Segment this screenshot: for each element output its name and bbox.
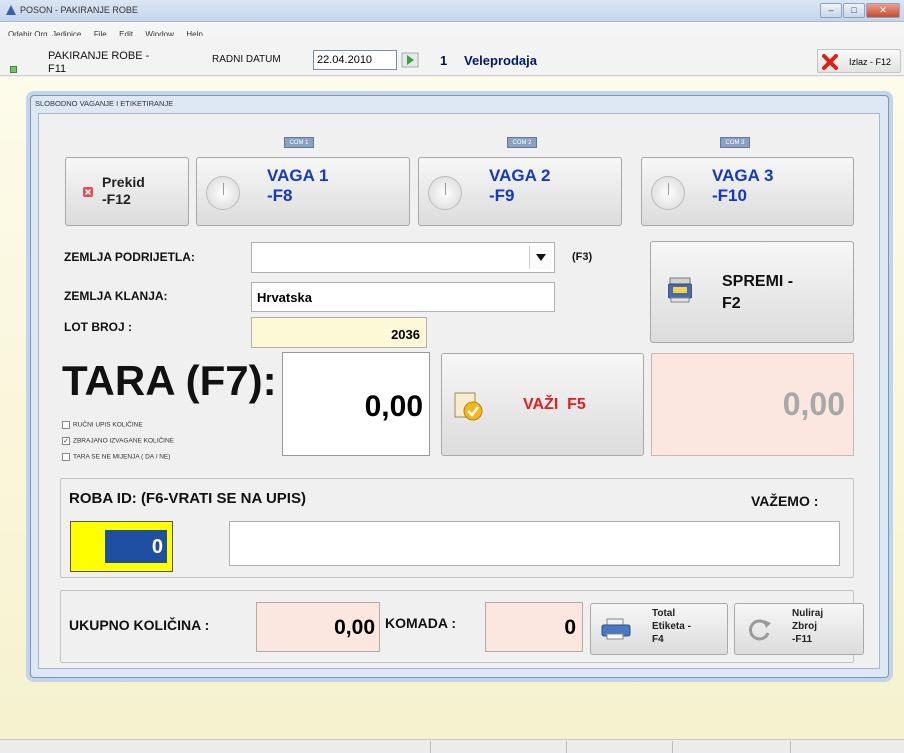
zemlja-klanja-label: ZEMLJA KLANJA:: [64, 289, 168, 303]
nuliraj-zbroj-button[interactable]: Nuliraj Zbroj -F11: [734, 603, 864, 655]
chevron-down-icon: [536, 254, 546, 261]
roba-id-input[interactable]: 0: [70, 521, 173, 572]
vaga3-button[interactable]: VAGA 3 -F10: [641, 157, 854, 226]
ukupno-kolicina-label: UKUPNO KOLIČINA :: [69, 617, 210, 633]
roba-name-field[interactable]: [229, 521, 840, 566]
lot-broj-label: LOT BROJ :: [64, 320, 132, 334]
ukupno-kolicina-value: 0,00: [334, 616, 375, 639]
tara-ne-mijenja-label: TARA SE NE MIJENJA ( DA / NE): [73, 453, 171, 461]
vaga3-label-2: -F10: [712, 186, 747, 205]
vazemo-label: VAŽEMO :: [751, 493, 819, 509]
komada-value: 0: [564, 616, 576, 639]
status-bar: [0, 739, 904, 753]
vaga3-label-1: VAGA 3: [712, 166, 774, 185]
refresh-icon: [749, 619, 771, 641]
weight-readout: 0,00: [651, 353, 854, 456]
tara-label: TARA (F7):: [62, 357, 277, 404]
pakiranje-robe-tab[interactable]: PAKIRANJE ROBE - F11: [48, 50, 149, 76]
status-separator: [566, 741, 567, 753]
nuliraj-label-3: -F11: [792, 634, 813, 645]
roba-id-value: 0: [151, 536, 163, 558]
vaga1-label-1: VAGA 1: [267, 166, 329, 185]
date-refresh-icon[interactable]: [401, 52, 419, 68]
dialog-title: SLOBODNO VAGANJE I ETIKETIRANJE: [35, 99, 174, 108]
window-title: POSON - PAKIRANJE ROBE: [20, 5, 138, 15]
checkbox-checked-icon: ✓: [62, 437, 70, 445]
weight-value: 0,00: [782, 386, 845, 422]
izlaz-label: Izlaz - F12: [849, 57, 892, 67]
ukupno-kolicina-value-box: 0,00: [256, 602, 380, 652]
zemlja-klanja-input[interactable]: Hrvatska: [251, 282, 555, 312]
pakiranje-label-1: PAKIRANJE ROBE -: [48, 50, 150, 62]
vaga1-label-2: -F8: [267, 186, 293, 205]
total-etiketa-label-2: Etiketa -: [652, 621, 691, 632]
radni-datum-label: RADNI DATUM: [212, 54, 281, 65]
komada-label: KOMADA :: [385, 615, 457, 631]
exit-x-icon: [822, 54, 838, 70]
vazi-label: VAŽI F5: [523, 396, 586, 413]
rucni-upis-checkbox[interactable]: RUČNI UPIS KOLIČINE: [62, 421, 143, 429]
vazi-button[interactable]: VAŽI F5: [441, 353, 644, 456]
checkbox-box: [62, 453, 70, 461]
prekid-label-2: -F12: [102, 191, 131, 207]
status-separator: [430, 741, 431, 753]
zemlja-podrijetla-select[interactable]: [251, 242, 555, 273]
main-toolbar: PAKIRANJE ROBE - F11 RADNI DATUM 22.04.2…: [0, 36, 904, 76]
printer-save-icon: [668, 277, 692, 303]
org-number: 1: [440, 53, 448, 68]
vaga2-label-1: VAGA 2: [489, 166, 551, 185]
nuliraj-label-1: Nuliraj: [792, 608, 824, 619]
vaga1-button[interactable]: VAGA 1 -F8: [196, 157, 410, 226]
roba-id-label: ROBA ID: (F6-VRATI SE NA UPIS): [69, 490, 306, 507]
zemlja-podrijetla-hint: (F3): [572, 251, 593, 263]
minimize-button[interactable]: –: [820, 3, 842, 18]
zemlja-podrijetla-label: ZEMLJA PODRIJETLA:: [64, 250, 195, 264]
tara-input[interactable]: 0,00: [282, 352, 430, 456]
status-indicator-icon: [10, 66, 17, 73]
com2-badge: COM 2: [507, 137, 537, 148]
lot-broj-input[interactable]: 2036: [251, 317, 427, 348]
total-etiketa-label-3: F4: [652, 634, 664, 645]
close-window-button[interactable]: ✕: [866, 3, 900, 18]
vaga2-label-2: -F9: [489, 186, 515, 205]
total-etiketa-label-1: Total: [652, 608, 676, 619]
total-etiketa-button[interactable]: Total Etiketa - F4: [590, 603, 728, 655]
pakiranje-label-2: F11: [48, 63, 67, 75]
dropdown-button[interactable]: [529, 246, 551, 269]
maximize-button[interactable]: □: [843, 3, 865, 18]
prekid-button[interactable]: Prekid -F12: [65, 157, 189, 226]
status-separator: [790, 741, 791, 753]
com1-badge: COM 1: [284, 137, 314, 148]
cancel-icon: [83, 187, 93, 197]
window-titlebar: POSON - PAKIRANJE ROBE – □ ✕: [0, 0, 904, 22]
clock-icon: [651, 176, 685, 210]
folder-check-icon: [454, 392, 483, 421]
prekid-label-1: Prekid: [102, 174, 145, 190]
spremi-label-2: F2: [722, 295, 741, 312]
izlaz-button[interactable]: Izlaz - F12: [817, 49, 901, 73]
clock-icon: [428, 176, 462, 210]
app-logo-icon: [6, 5, 16, 15]
rucni-upis-label: RUČNI UPIS KOLIČINE: [73, 421, 143, 429]
status-separator: [672, 741, 673, 753]
zbrajano-checkbox[interactable]: ✓ ZBRAJANO IZVAGANE KOLIČINE: [62, 437, 174, 445]
com3-badge: COM 3: [720, 137, 750, 148]
komada-value-box: 0: [485, 602, 583, 652]
clock-icon: [206, 176, 240, 210]
tara-ne-mijenja-checkbox[interactable]: TARA SE NE MIJENJA ( DA / NE): [62, 453, 170, 461]
radni-datum-input[interactable]: 22.04.2010: [313, 50, 397, 70]
roba-id-selection: 0: [105, 530, 167, 563]
spremi-button[interactable]: SPREMI - F2: [650, 241, 854, 343]
tara-value: 0,00: [364, 390, 423, 423]
vaga2-button[interactable]: VAGA 2 -F9: [418, 157, 622, 226]
nuliraj-label-2: Zbroj: [792, 621, 817, 632]
zbrajano-label: ZBRAJANO IZVAGANE KOLIČINE: [73, 437, 175, 445]
printer-icon: [601, 618, 631, 640]
menu-bar: Odabir Org. Jedinice File Edit Window He…: [0, 22, 904, 39]
org-name: Veleprodaja: [464, 53, 537, 68]
spremi-label-1: SPREMI -: [722, 273, 794, 290]
checkbox-box: [62, 421, 70, 429]
